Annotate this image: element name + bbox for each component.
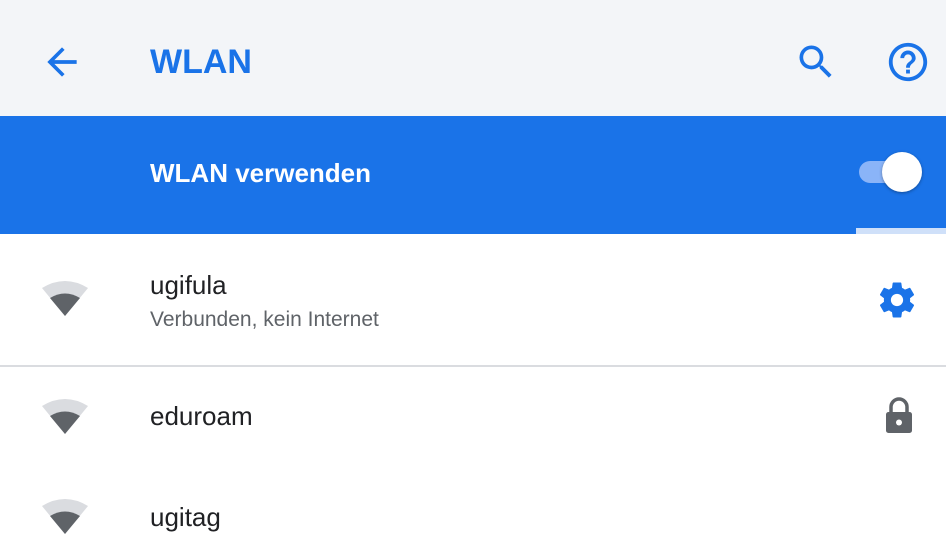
arrow-back-icon[interactable]	[40, 40, 84, 84]
master-switch-bar[interactable]	[0, 116, 946, 228]
network-name: eduroam	[150, 401, 253, 431]
search-icon[interactable]	[794, 40, 838, 84]
gear-icon[interactable]	[876, 279, 918, 321]
app-bar: WLAN	[0, 0, 946, 116]
wifi-signal-icon	[40, 278, 90, 318]
master-switch-label: WLAN verwenden	[150, 158, 372, 188]
wifi-signal-icon	[40, 496, 90, 536]
lock-icon	[884, 397, 914, 435]
wlan-toggle-switch[interactable]	[856, 151, 922, 193]
network-name: ugitag	[150, 502, 221, 532]
network-row-ugitag[interactable]: ugitag	[0, 467, 946, 534]
network-name: ugifula	[150, 270, 227, 300]
help-icon[interactable]	[885, 39, 931, 85]
wifi-signal-icon	[40, 396, 90, 436]
toggle-thumb	[882, 152, 922, 192]
network-row-eduroam[interactable]: eduroam	[0, 367, 946, 467]
network-status: Verbunden, kein Internet	[150, 308, 379, 331]
page-title: WLAN	[150, 43, 252, 81]
network-row-ugifula[interactable]: ugifula Verbunden, kein Internet	[0, 234, 946, 365]
